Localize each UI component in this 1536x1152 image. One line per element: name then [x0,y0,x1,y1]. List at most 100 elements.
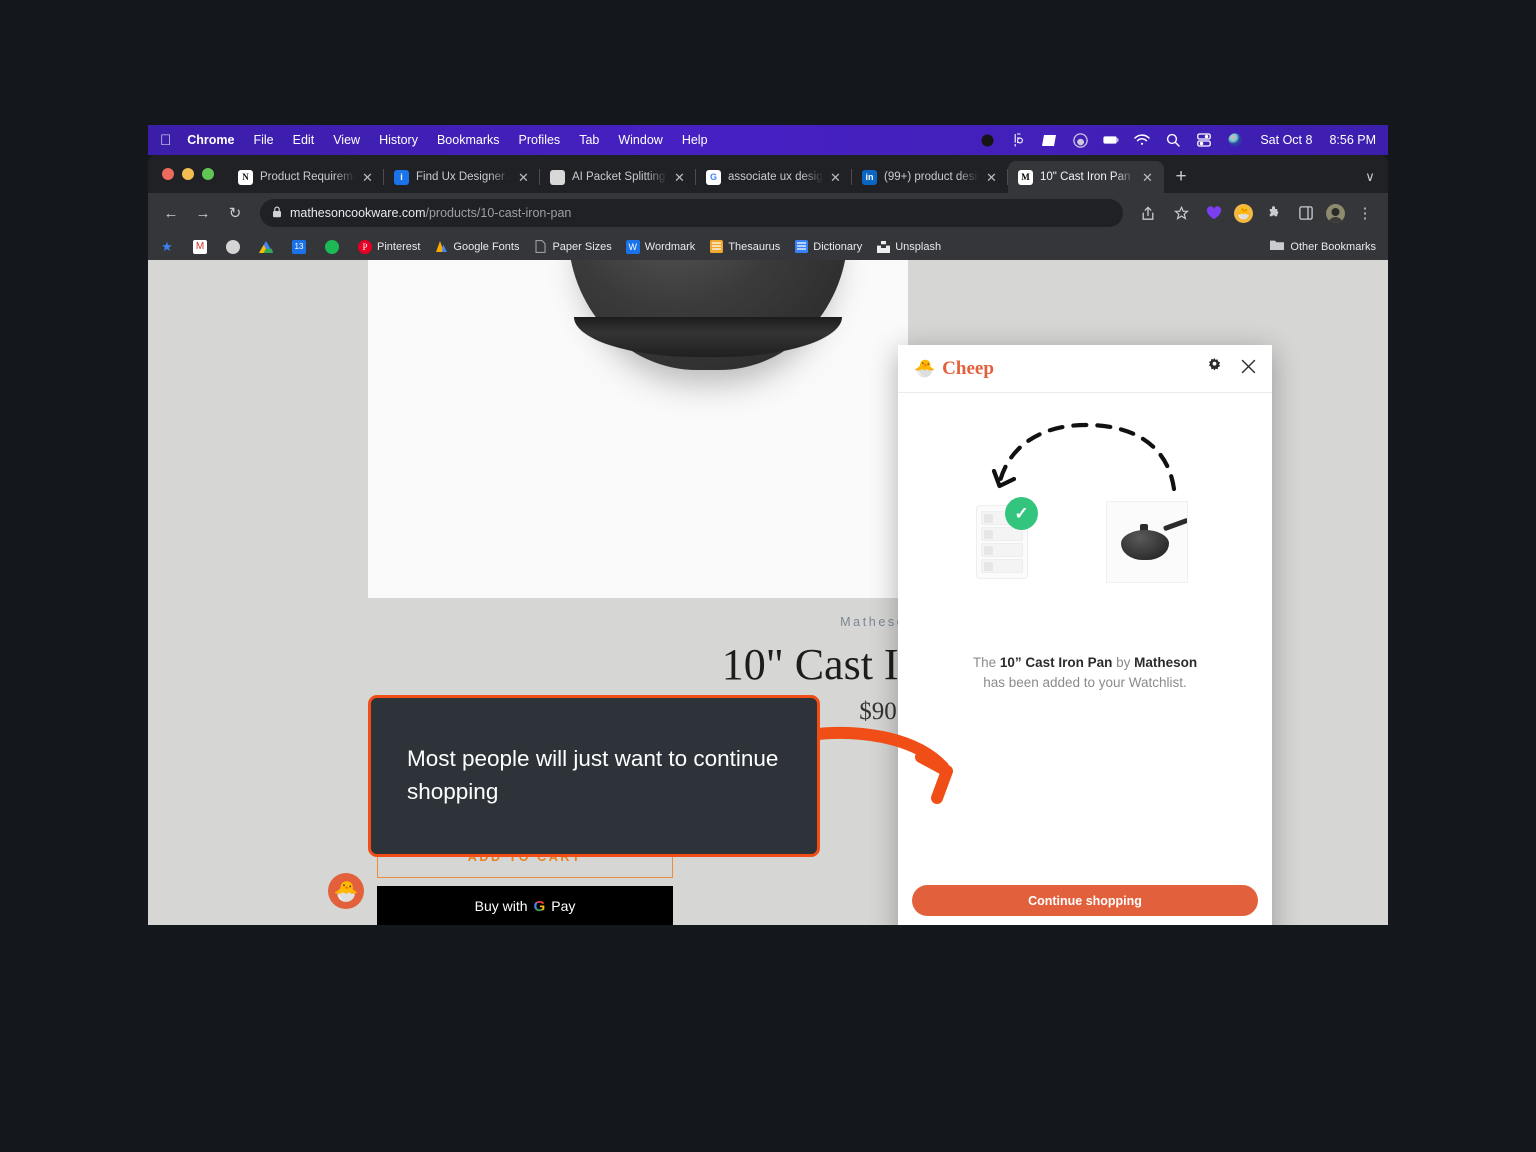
menu-item-profiles[interactable]: Profiles [519,133,561,147]
bookmark-dictionary[interactable]: Dictionary [794,240,862,254]
unsplash-icon [876,240,890,254]
battery-icon[interactable] [1103,132,1119,148]
tab-find-ux-designer-jobs[interactable]: i Find Ux Designer Jobs with ✕ [384,161,540,193]
bookmark-gmail[interactable]: M [193,239,212,254]
tab-label: Find Ux Designer Jobs with [416,171,511,183]
menu-item-view[interactable]: View [333,133,360,147]
address-bar[interactable]: mathesoncookware.com/products/10-cast-ir… [260,199,1123,227]
google-g-icon: G [533,897,546,915]
forward-button[interactable]: → [190,200,216,226]
reload-button[interactable]: ↻ [222,200,248,226]
control-center-icon[interactable] [1196,132,1212,148]
tab-label: Product Requirements: Che [260,171,355,183]
annotation-callout: Most people will just want to continue s… [368,695,820,857]
bookmark-label: Paper Sizes [552,240,612,253]
maximize-window-button[interactable] [202,168,214,180]
close-tab-icon[interactable]: ✕ [674,171,688,184]
bookmark-spotify[interactable] [325,239,344,254]
close-tab-icon[interactable]: ✕ [986,171,1000,184]
profile-avatar[interactable] [1326,203,1345,223]
folder-icon [1270,239,1285,254]
close-window-button[interactable] [162,168,174,180]
close-tab-icon[interactable]: ✕ [830,171,844,184]
menubar-time[interactable]: 8:56 PM [1329,133,1376,147]
close-icon[interactable] [1241,359,1256,379]
thesaurus-icon [709,240,723,254]
menu-item-edit[interactable]: Edit [293,133,315,147]
figma-icon[interactable] [1010,132,1026,148]
menu-item-window[interactable]: Window [618,133,662,147]
bookmark-label: Dictionary [813,240,863,253]
chrome-window: N Product Requirements: Che ✕ i Find Ux … [148,155,1388,925]
pan-rim [574,317,842,357]
pan-body [1121,530,1169,560]
bookmark-pinterest[interactable]: P Pinterest [358,239,420,254]
tab-search-chevron-down-icon[interactable]: ∨ [1352,161,1388,193]
minimize-window-button[interactable] [182,168,194,180]
url-text: mathesoncookware.com/products/10-cast-ir… [290,206,571,220]
bookmark-drive[interactable] [259,240,278,254]
message-prefix: The [972,655,1000,670]
watchlist-row [981,543,1023,557]
puzzle-extensions-icon[interactable] [1260,200,1286,226]
menu-item-file[interactable]: File [253,133,273,147]
bookmark-google-fonts[interactable]: Google Fonts [434,240,519,254]
buy-with-google-pay-button[interactable]: Buy with G Pay [377,886,673,925]
wifi-icon[interactable] [1134,132,1151,148]
tab-cast-iron-pan[interactable]: M 10" Cast Iron Pan – MATHE ✕ [1008,161,1164,193]
menu-item-help[interactable]: Help [682,133,708,147]
tab-product-requirements[interactable]: N Product Requirements: Che ✕ [228,161,384,193]
bookmark-label: Wordmark [644,240,696,253]
tab-label: AI Packet Splitting — NK Po [572,171,667,183]
close-tab-icon[interactable]: ✕ [362,171,376,184]
toolbar-actions: 🐣 ⋮ [1135,200,1378,226]
bookmark-wordmark[interactable]: W Wordmark [625,239,696,254]
message-by: by [1112,655,1135,670]
search-icon[interactable] [1165,132,1181,148]
tab-linkedin-product-designer[interactable]: in (99+) product designer Jol ✕ [852,161,1008,193]
close-tab-icon[interactable]: ✕ [1142,171,1156,184]
bookmark-star-icon[interactable] [1168,200,1194,226]
back-button[interactable]: ← [158,200,184,226]
close-tab-icon[interactable]: ✕ [518,171,532,184]
gear-icon[interactable] [1206,357,1223,380]
record-icon[interactable] [979,132,995,148]
gpay-pay-label: Pay [551,898,576,914]
siri-icon[interactable] [1227,132,1243,148]
side-panel-icon[interactable] [1293,200,1319,226]
google-fonts-icon [434,240,448,254]
popup-actions: Continue shopping View Watchlist [898,885,1272,925]
three-dot-menu-icon[interactable]: ⋮ [1352,200,1378,226]
cheep-extension-icon[interactable]: 🐣 [1234,203,1253,223]
bookmark-star[interactable]: ★ [160,240,179,254]
product-hero-image[interactable] [368,260,908,598]
bookmark-calendar[interactable]: 13 [292,239,311,254]
cheep-chick-icon[interactable]: 🐣 [328,873,364,909]
bookmark-thesaurus[interactable]: Thesaurus [709,240,780,254]
bookmark-paper-sizes[interactable]: Paper Sizes [533,240,612,254]
menubar-date[interactable]: Sat Oct 8 [1260,133,1312,147]
creative-cloud-icon[interactable] [1072,132,1088,148]
purple-extension-icon[interactable] [1201,200,1227,226]
menu-item-chrome[interactable]: Chrome [187,133,234,147]
page-icon [533,240,547,254]
tab-associate-ux-designer[interactable]: G associate ux designer ✕ [696,161,852,193]
url-path: /products/10-cast-iron-pan [425,206,572,220]
tab-ai-packet-splitting[interactable]: AI Packet Splitting — NK Po ✕ [540,161,696,193]
menu-item-history[interactable]: History [379,133,418,147]
menu-item-bookmarks[interactable]: Bookmarks [437,133,500,147]
apple-logo-icon[interactable]:  [160,133,171,148]
lock-icon [272,206,282,221]
share-icon[interactable] [1135,200,1161,226]
bookmark-globe[interactable] [226,239,245,254]
continue-shopping-button[interactable]: Continue shopping [912,885,1258,916]
new-tab-button[interactable]: + [1164,161,1198,193]
screen-share-icon[interactable] [1041,132,1057,148]
pinterest-icon: P [358,239,372,254]
bookmark-unsplash[interactable]: Unsplash [876,240,941,254]
cheep-wordmark: Cheep [942,357,994,379]
dictionary-icon [794,240,808,254]
other-bookmarks-folder[interactable]: Other Bookmarks [1270,239,1376,254]
window-controls[interactable] [158,155,228,193]
menu-item-tab[interactable]: Tab [579,133,599,147]
